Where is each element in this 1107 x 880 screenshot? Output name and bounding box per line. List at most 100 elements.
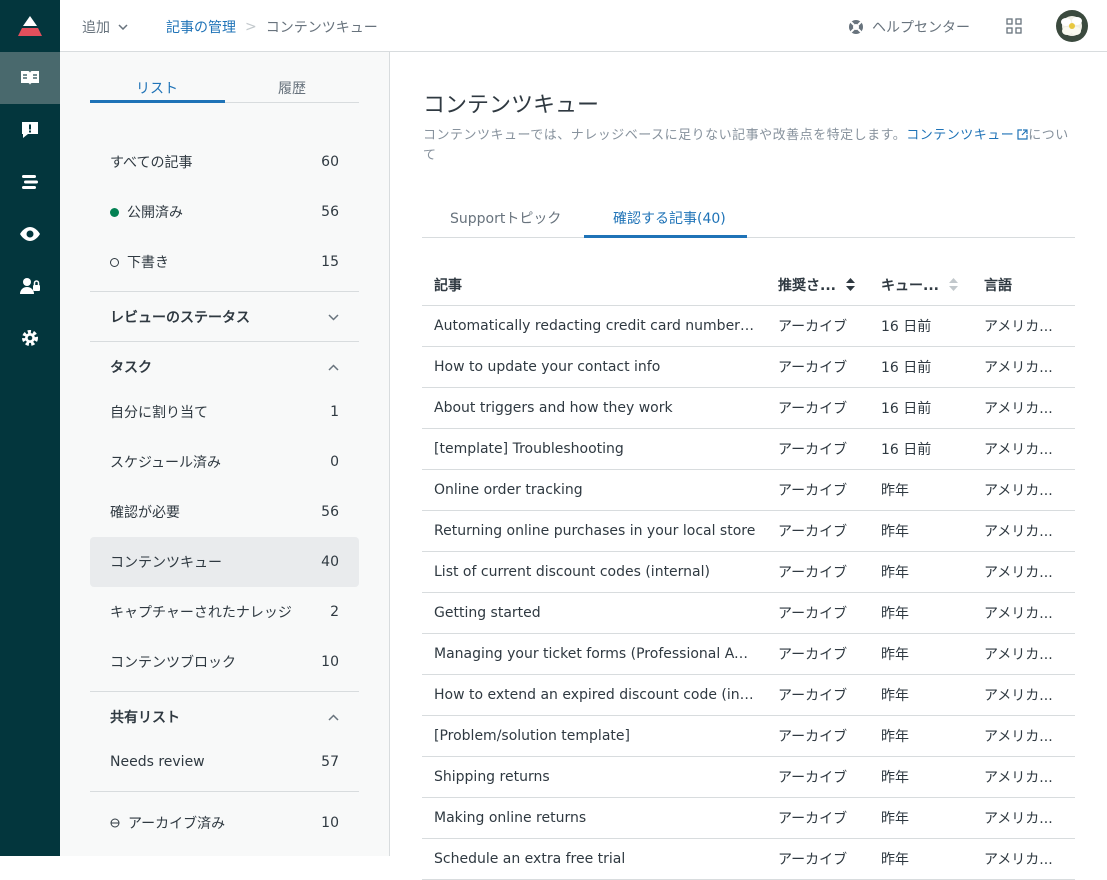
help-center-link[interactable]: ヘルプセンター: [848, 17, 970, 37]
article-title-cell[interactable]: About triggers and how they work: [422, 400, 766, 416]
article-title-cell[interactable]: [template] Troubleshooting: [422, 441, 766, 457]
chevron-down-icon: [118, 24, 128, 30]
sidebar-item-label: キャプチャーされたナレッジ: [110, 605, 292, 621]
table-row[interactable]: Shipping returns アーカイブ 昨年 アメリカ...: [422, 757, 1075, 798]
queued-cell: 16 日前: [881, 319, 932, 335]
user-avatar[interactable]: [1056, 10, 1088, 42]
article-title-cell[interactable]: Managing your ticket forms (Professional…: [422, 646, 766, 662]
language-cell: アメリカ...: [984, 565, 1053, 581]
table-row[interactable]: [Problem/solution template] アーカイブ 昨年 アメリカ..…: [422, 716, 1075, 757]
table-row[interactable]: Getting started アーカイブ 昨年 アメリカ...: [422, 593, 1075, 634]
column-header-queued[interactable]: キュー...: [869, 275, 972, 295]
table-row[interactable]: Managing your ticket forms (Professional…: [422, 634, 1075, 675]
queued-cell: 昨年: [881, 770, 909, 786]
sidebar-item-count: 0: [330, 454, 339, 470]
recommendation-cell: アーカイブ: [778, 729, 848, 745]
article-title-cell[interactable]: Making online returns: [422, 810, 766, 826]
breadcrumb-manage-articles[interactable]: 記事の管理: [166, 17, 236, 37]
article-title-cell[interactable]: Getting started: [422, 605, 766, 621]
column-header-recommended[interactable]: 推奨さ...: [766, 275, 869, 295]
content-cues-link-label: コンテンツキュー: [906, 128, 1015, 143]
article-title-cell[interactable]: [Problem/solution template]: [422, 728, 766, 744]
table-row[interactable]: Returning online purchases in your local…: [422, 511, 1075, 552]
tasks-section-toggle[interactable]: タスク: [90, 342, 359, 392]
article-title-cell[interactable]: Schedule an extra free trial: [422, 851, 766, 867]
apps-grid-icon[interactable]: [1006, 18, 1022, 38]
table-row[interactable]: List of current discount codes (internal…: [422, 552, 1075, 593]
sidebar-item-label: 確認が必要: [110, 505, 180, 521]
sidebar-item-label: スケジュール済み: [110, 455, 222, 471]
sidebar-item-label: コンテンツブロック: [110, 655, 236, 671]
section-title: 共有リスト: [110, 710, 180, 726]
add-menu-button[interactable]: 追加: [82, 17, 128, 37]
active-tab-indicator: [584, 235, 747, 238]
shared-lists-section-toggle[interactable]: 共有リスト: [90, 692, 359, 742]
article-title-cell[interactable]: Returning online purchases in your local…: [422, 523, 766, 539]
language-cell: アメリカ...: [984, 688, 1053, 704]
table-row[interactable]: Automatically redacting credit card numb…: [422, 306, 1075, 347]
article-title-cell[interactable]: Online order tracking: [422, 482, 766, 498]
sidebar-item-archived[interactable]: アーカイブ済み 10: [90, 798, 359, 848]
lifebuoy-icon: [849, 20, 863, 34]
sidebar-item-label: 下書き: [127, 255, 169, 271]
table-row[interactable]: [template] Troubleshooting アーカイブ 16 日前 アメリカ…: [422, 429, 1075, 470]
sidebar-item-needs-review[interactable]: 確認が必要 56: [90, 487, 359, 537]
help-center-label: ヘルプセンター: [872, 20, 970, 36]
tab-list[interactable]: リスト: [90, 78, 224, 98]
chevron-down-icon: [328, 313, 339, 321]
knowledge-book-icon[interactable]: [0, 52, 60, 104]
table-row[interactable]: How to update your contact info アーカイブ 16 日…: [422, 347, 1075, 388]
recommendation-cell: アーカイブ: [778, 606, 848, 622]
article-title-cell[interactable]: Automatically redacting credit card numb…: [422, 318, 766, 334]
recommendation-cell: アーカイブ: [778, 483, 848, 499]
column-header-label: 推奨さ...: [778, 277, 836, 294]
eye-icon[interactable]: [0, 208, 60, 260]
sidebar-item-scheduled[interactable]: スケジュール済み 0: [90, 437, 359, 487]
article-title-cell[interactable]: How to update your contact info: [422, 359, 766, 375]
sidebar-item-captured-knowledge[interactable]: キャプチャーされたナレッジ 2: [90, 587, 359, 637]
sidebar-item-content-blocks[interactable]: コンテンツブロック 10: [90, 637, 359, 687]
queued-cell: 16 日前: [881, 442, 932, 458]
page-title: コンテンツキュー: [423, 93, 600, 118]
articles-table: 記事 推奨さ... キュー... 言語 Automatically redact…: [422, 264, 1075, 880]
column-header-language[interactable]: 言語: [972, 275, 1075, 295]
recommendation-cell: アーカイブ: [778, 360, 848, 376]
table-row[interactable]: About triggers and how they work アーカイブ 16 …: [422, 388, 1075, 429]
chevron-up-icon: [328, 363, 339, 371]
user-lock-icon[interactable]: [0, 260, 60, 312]
sidebar-item-content-cues[interactable]: コンテンツキュー 40: [90, 537, 359, 587]
queued-cell: 昨年: [881, 647, 909, 663]
content-cues-link[interactable]: コンテンツキュー: [906, 128, 1028, 143]
section-title: タスク: [110, 360, 152, 376]
table-row[interactable]: Online order tracking アーカイブ 昨年 アメリカ...: [422, 470, 1075, 511]
tab-articles-to-review[interactable]: 確認する記事(40): [613, 208, 726, 228]
article-title-cell[interactable]: How to extend an expired discount code (…: [422, 687, 766, 703]
sort-icon: [846, 278, 855, 291]
sidebar-item-all-articles[interactable]: すべての記事 60: [90, 137, 359, 187]
sidebar-item-draft[interactable]: 下書き 15: [90, 237, 359, 287]
alert-bubble-icon[interactable]: [0, 104, 60, 156]
sidebar-item-shared-needs-review[interactable]: Needs review 57: [90, 737, 359, 787]
tab-support-topics[interactable]: Supportトピック: [450, 208, 561, 228]
column-header-article[interactable]: 記事: [422, 275, 766, 295]
language-cell: アメリカ...: [984, 647, 1053, 663]
list-icon[interactable]: [0, 156, 60, 208]
sidebar-item-count: 15: [321, 254, 339, 270]
guide-logo-icon[interactable]: [0, 0, 60, 52]
table-row[interactable]: Schedule an extra free trial アーカイブ 昨年 アメリカ.…: [422, 839, 1075, 880]
page-description: コンテンツキューでは、ナレッジベースに足りない記事や改善点を特定します。コンテン…: [423, 126, 1073, 166]
queued-cell: 昨年: [881, 606, 909, 622]
sidebar-item-label: 自分に割り当て: [110, 405, 208, 421]
sidebar-item-assigned-to-me[interactable]: 自分に割り当て 1: [90, 387, 359, 437]
table-row[interactable]: Making online returns アーカイブ 昨年 アメリカ...: [422, 798, 1075, 839]
review-status-section-toggle[interactable]: レビューのステータス: [90, 292, 359, 342]
article-title-cell[interactable]: List of current discount codes (internal…: [422, 564, 766, 580]
recommendation-cell: アーカイブ: [778, 852, 848, 868]
table-row[interactable]: How to extend an expired discount code (…: [422, 675, 1075, 716]
sidebar-item-label: 公開済み: [127, 205, 183, 221]
gear-icon[interactable]: [0, 312, 60, 364]
sidebar-item-published[interactable]: 公開済み 56: [90, 187, 359, 237]
article-title-cell[interactable]: Shipping returns: [422, 769, 766, 785]
table-body: Automatically redacting credit card numb…: [422, 306, 1075, 880]
tab-history[interactable]: 履歴: [225, 78, 359, 98]
